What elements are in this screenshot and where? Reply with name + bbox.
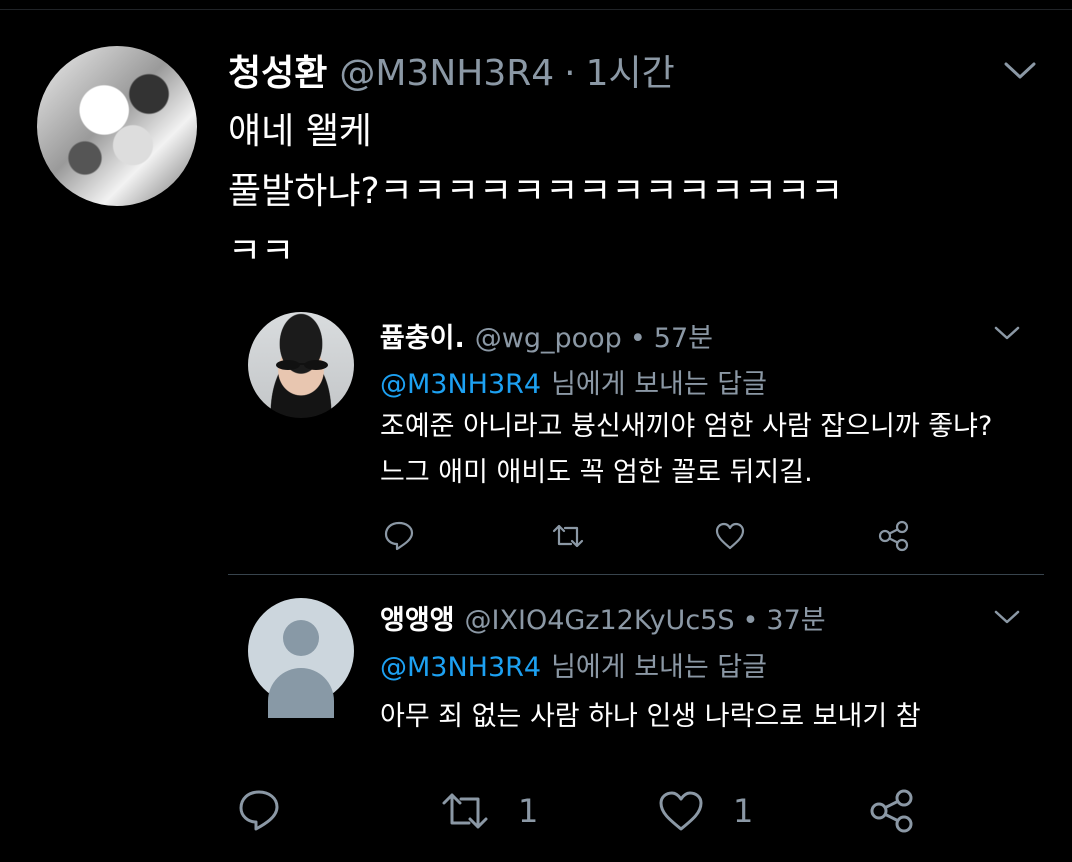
mention-link[interactable]: @M3NH3R4 — [380, 652, 541, 683]
reply-header: 앵앵앵 @IXIO4Gz12KyUc5S • 37분 — [380, 598, 826, 637]
reply-header: 퓹충이. @wg_poop • 57분 — [380, 316, 713, 355]
header-separator: · — [564, 53, 576, 94]
tweet-time[interactable]: 1시간 — [586, 53, 675, 94]
reply-text: 조예준 아니라고 븅신새끼야 엄한 사람 잡으니까 좋냐? 느그 애미 애비도 … — [380, 411, 993, 488]
reply-time[interactable]: 37분 — [766, 605, 825, 636]
reply-author-name[interactable]: 퓹충이. — [380, 323, 465, 354]
reply-divider — [228, 574, 1044, 575]
reply-author-name[interactable]: 앵앵앵 — [380, 605, 455, 636]
author-avatar[interactable] — [37, 46, 197, 206]
author-handle[interactable]: @M3NH3R4 — [339, 53, 554, 94]
chevron-down-icon[interactable] — [992, 318, 1022, 348]
retweet-icon[interactable] — [551, 521, 585, 551]
mention-link[interactable]: @M3NH3R4 — [380, 369, 541, 400]
reply-separator: • — [629, 323, 646, 354]
avatar-head-shape — [283, 620, 319, 656]
author-name[interactable]: 청성환 — [228, 53, 327, 94]
retweet-count: 1 — [518, 792, 539, 830]
tweet-text: 얘네 왤케 풀발하냐?ㅋㅋㅋㅋㅋㅋㅋㅋㅋㅋㅋㅋㅋㅋ ㅋㅋ — [228, 111, 844, 272]
like-count: 1 — [733, 792, 754, 830]
reply-icon[interactable] — [236, 787, 282, 833]
reply-label: 님에게 보내는 답글 — [551, 652, 767, 683]
like-icon[interactable] — [714, 521, 746, 551]
like-icon[interactable] — [657, 789, 705, 833]
reply-separator: • — [742, 605, 759, 636]
share-icon[interactable] — [876, 519, 910, 553]
reply-icon[interactable] — [383, 519, 415, 551]
reply-label: 님에게 보내는 답글 — [551, 369, 767, 400]
avatar-sunglasses — [274, 356, 330, 370]
reply-time[interactable]: 57분 — [654, 323, 713, 354]
reply-text: 아무 죄 없는 사람 하나 인생 나락으로 보내기 참 — [380, 701, 921, 732]
share-icon[interactable] — [866, 786, 916, 836]
chevron-down-icon[interactable] — [1002, 52, 1038, 88]
retweet-icon[interactable] — [440, 789, 490, 833]
reply-author-handle[interactable]: @wg_poop — [475, 323, 622, 354]
reply-author-handle[interactable]: @IXIO4Gz12KyUc5S — [465, 605, 735, 636]
replying-to: @M3NH3R4 님에게 보내는 답글 — [380, 362, 767, 401]
replying-to: @M3NH3R4 님에게 보내는 답글 — [380, 645, 767, 684]
tweet-header: 청성환 @M3NH3R4 · 1시간 — [228, 44, 675, 96]
top-divider — [0, 9, 1072, 10]
chevron-down-icon[interactable] — [992, 602, 1022, 632]
